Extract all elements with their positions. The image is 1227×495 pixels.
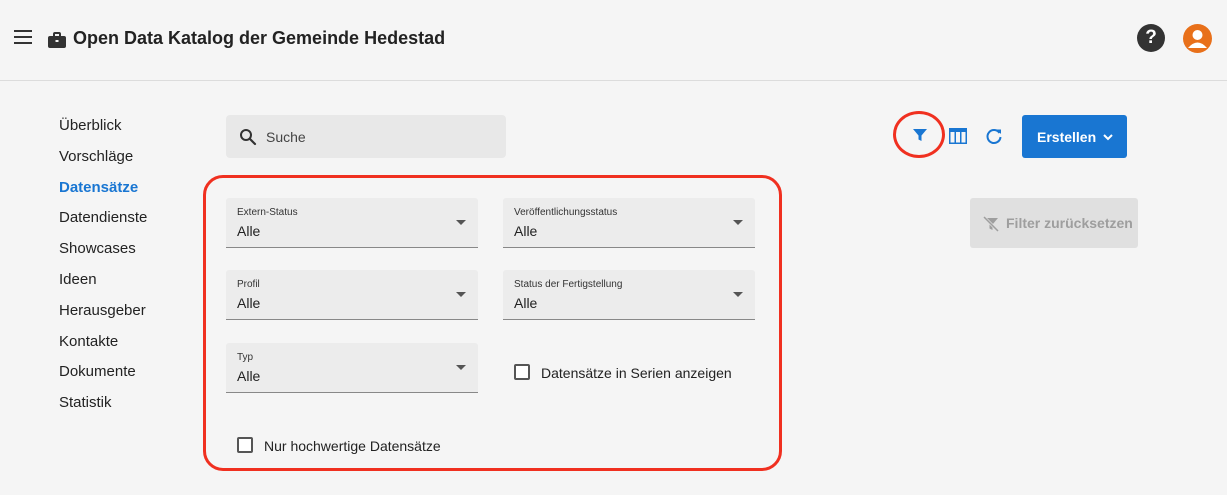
nav-item-ideen[interactable]: Ideen — [59, 267, 147, 298]
type-value: Alle — [237, 368, 261, 384]
high-value-checkbox[interactable] — [237, 437, 253, 453]
dropdown-arrow-icon — [456, 292, 466, 297]
nav-item-datensaetze[interactable]: Datensätze — [59, 175, 147, 206]
type-select[interactable]: Typ Alle — [226, 343, 478, 393]
publication-status-select[interactable]: Veröffentlichungsstatus Alle — [503, 198, 755, 248]
filter-icon[interactable] — [911, 126, 929, 144]
refresh-icon[interactable] — [984, 126, 1004, 146]
user-avatar-icon[interactable] — [1183, 24, 1212, 53]
completion-status-select[interactable]: Status der Fertigstellung Alle — [503, 270, 755, 320]
reset-filter-label: Filter zurücksetzen — [1006, 215, 1133, 231]
briefcase-icon — [48, 32, 66, 48]
nav-item-statistik[interactable]: Statistik — [59, 390, 147, 421]
extern-status-label: Extern-Status — [237, 207, 298, 218]
show-in-series-label: Datensätze in Serien anzeigen — [541, 365, 732, 381]
high-value-checkbox-row[interactable]: Nur hochwertige Datensätze — [237, 436, 457, 456]
table-columns-icon[interactable] — [948, 127, 968, 145]
help-icon[interactable]: ? — [1137, 24, 1165, 52]
dropdown-arrow-icon — [456, 220, 466, 225]
show-in-series-checkbox[interactable] — [514, 364, 530, 380]
high-value-label: Nur hochwertige Datensätze — [264, 438, 441, 454]
filter-off-icon — [982, 215, 1000, 233]
app-title: Open Data Katalog der Gemeinde Hedestad — [73, 28, 446, 48]
nav-item-showcases[interactable]: Showcases — [59, 236, 147, 267]
search-icon — [240, 129, 257, 146]
profile-select[interactable]: Profil Alle — [226, 270, 478, 320]
create-button-label: Erstellen — [1037, 129, 1097, 145]
show-in-series-checkbox-row[interactable]: Datensätze in Serien anzeigen — [514, 363, 744, 383]
publication-status-label: Veröffentlichungsstatus — [514, 207, 618, 218]
dropdown-arrow-icon — [733, 292, 743, 297]
nav-item-herausgeber[interactable]: Herausgeber — [59, 298, 147, 329]
extern-status-select[interactable]: Extern-Status Alle — [226, 198, 478, 248]
search-placeholder: Suche — [266, 129, 306, 145]
search-input[interactable]: Suche — [226, 115, 506, 158]
nav-item-kontakte[interactable]: Kontakte — [59, 329, 147, 360]
dropdown-arrow-icon — [456, 365, 466, 370]
nav-item-dokumente[interactable]: Dokumente — [59, 359, 147, 390]
profile-label: Profil — [237, 279, 260, 290]
extern-status-value: Alle — [237, 223, 261, 239]
nav-item-ueberblick[interactable]: Überblick — [59, 113, 147, 144]
completion-status-value: Alle — [514, 295, 538, 311]
dropdown-arrow-icon — [733, 220, 743, 225]
app-bar: Open Data Katalog der Gemeinde Hedestad … — [0, 0, 1227, 81]
completion-status-label: Status der Fertigstellung — [514, 279, 623, 290]
nav-item-vorschlaege[interactable]: Vorschläge — [59, 144, 147, 175]
menu-icon[interactable] — [14, 30, 32, 48]
create-button[interactable]: Erstellen — [1022, 115, 1127, 158]
nav-item-datendienste[interactable]: Datendienste — [59, 205, 147, 236]
side-navigation: Überblick Vorschläge Datensätze Datendie… — [59, 113, 147, 421]
type-label: Typ — [237, 352, 254, 363]
chevron-down-icon — [1103, 134, 1113, 141]
profile-value: Alle — [237, 295, 261, 311]
reset-filter-button[interactable]: Filter zurücksetzen — [970, 198, 1138, 248]
publication-status-value: Alle — [514, 223, 538, 239]
